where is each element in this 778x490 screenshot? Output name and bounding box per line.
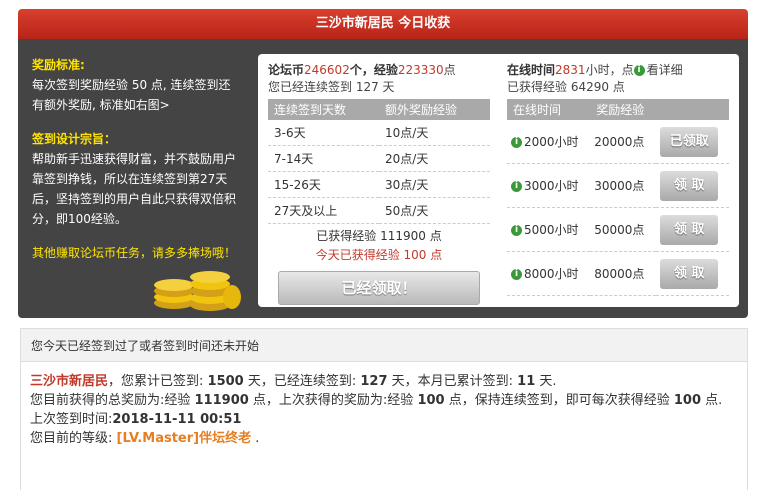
detail-text: 点. bbox=[701, 393, 723, 408]
table-row: i 2000小时 20000点 已领取 bbox=[507, 120, 729, 164]
info-icon: i bbox=[511, 181, 522, 192]
claim-button[interactable]: 领 取 bbox=[660, 214, 719, 245]
notice-text: 您今天已经签到过了或者签到时间还未开始 bbox=[31, 339, 260, 353]
detail-text: 您目前获得的总奖励为:经验 bbox=[30, 393, 195, 408]
design-title: 签到设计宗旨： bbox=[32, 132, 117, 146]
coins-label: 论坛币 bbox=[268, 63, 305, 77]
online-stat: 在线时间2831小时，点 i 看详细 bbox=[507, 62, 729, 79]
gold-coins-icon bbox=[154, 271, 241, 311]
detail-text: 天，本月已累计签到: bbox=[387, 374, 518, 389]
continuous-days: 您已经连续签到 127 天 bbox=[268, 80, 395, 94]
detail-text: 点，上次获得的奖励为:经验 bbox=[248, 393, 418, 408]
table-row: 27天及以上 50点/天 bbox=[268, 197, 490, 224]
signin-detail: 三沙市新居民，您累计已签到: 1500 天，已经连续签到: 127 天，本月已累… bbox=[30, 372, 740, 448]
signin-panel: 奖励标准: 每次签到奖励经验 50 点, 连续签到还有额外奖励, 标准如右图> … bbox=[18, 39, 748, 318]
table-row: i 3000小时 30000点 领 取 bbox=[507, 163, 729, 208]
online-label: 在线时间 bbox=[507, 63, 556, 77]
last-signin-time: 2018-11-11 00:51 bbox=[112, 412, 242, 427]
detail-text: . bbox=[251, 431, 260, 446]
detail-line-3: 上次签到时间:2018-11-11 00:51 bbox=[30, 410, 740, 429]
table-row: i 8000小时 80000点 领 取 bbox=[507, 251, 729, 296]
online-value: 2831 bbox=[555, 63, 586, 77]
exp-cell: 30000点 bbox=[590, 163, 657, 208]
info-icon: i bbox=[633, 65, 645, 76]
exp-unit: 点 bbox=[443, 63, 456, 77]
claimed-button[interactable]: 已经领取！ bbox=[278, 271, 480, 305]
next-exp-value: 100 bbox=[673, 393, 701, 408]
detail-text: 上次签到时间: bbox=[30, 412, 113, 427]
info-icon: i bbox=[511, 137, 522, 148]
total-days: 1500 bbox=[207, 374, 244, 389]
bonus-cell: 50点/天 bbox=[379, 197, 490, 224]
notice-bar: 您今天已经签到过了或者签到时间还未开始 bbox=[20, 328, 748, 362]
table-row: i 5000小时 50000点 领 取 bbox=[507, 207, 729, 252]
hours-cell: 8000小时 bbox=[524, 267, 579, 281]
coins-value: 246602 bbox=[304, 63, 350, 77]
exp-value: 223330 bbox=[397, 63, 444, 77]
today-exp: 今天已获得经验 100 点 bbox=[315, 248, 443, 262]
bonus-cell: 20点/天 bbox=[379, 145, 490, 172]
claim-button[interactable]: 已领取 bbox=[660, 126, 719, 157]
detail-line-1: 三沙市新居民，您累计已签到: 1500 天，已经连续签到: 127 天，本月已累… bbox=[30, 372, 740, 391]
online-table: 在线时间 奖励经验 i 2000小时 20000点 已领取 i 3000小时 300… bbox=[507, 99, 729, 296]
continuous-column: 论坛币246602个，经验223330点 您已经连续签到 127 天 连续签到天… bbox=[268, 62, 490, 305]
exp-cell: 80000点 bbox=[590, 251, 657, 296]
reward-text: 每次签到奖励经验 50 点, 连续签到还有额外奖励, 标准如右图> bbox=[32, 78, 231, 112]
online-column: 在线时间2831小时，点 i 看详细 已获得经验 64290 点 在线时间 奖励经验… bbox=[507, 62, 729, 296]
page-header: 三沙市新居民 今日收获 bbox=[18, 9, 748, 39]
info-icon: i bbox=[511, 225, 522, 236]
continuous-days-value: 127 bbox=[360, 374, 388, 389]
detail-line-4: 您目前的等级: [LV.Master]伴坛终老 . bbox=[30, 429, 740, 448]
design-text: 帮助新手迅速获得财富，并不鼓励用户靠签到挣钱，所以在连续签到第27天后，坚持签到… bbox=[32, 152, 237, 226]
online-table-header: 在线时间 bbox=[507, 99, 591, 120]
detail-text: 您目前的等级: bbox=[30, 431, 117, 446]
online-table-header: 奖励经验 bbox=[590, 99, 657, 120]
other-tasks-text: 其他赚取论坛币任务，请多多捧场哦！ bbox=[32, 246, 237, 260]
claim-button[interactable]: 领 取 bbox=[660, 258, 719, 289]
exp-cell: 20000点 bbox=[590, 120, 657, 164]
online-unit: 小时，点 bbox=[585, 63, 634, 77]
days-cell: 15-26天 bbox=[268, 171, 379, 198]
info-icon: i bbox=[511, 269, 522, 280]
days-cell: 27天及以上 bbox=[268, 197, 379, 224]
bonus-cell: 30点/天 bbox=[379, 171, 490, 198]
view-detail-link[interactable]: 看详细 bbox=[647, 63, 683, 77]
detail-text: 点，保持连续签到，即可每次获得经验 bbox=[444, 393, 674, 408]
table-row: 15-26天 30点/天 bbox=[268, 171, 490, 198]
coins-stat: 论坛币246602个，经验223330点 bbox=[268, 62, 490, 79]
reward-table-header: 连续签到天数 bbox=[268, 99, 379, 120]
detail-text: 天，已经连续签到: bbox=[243, 374, 361, 389]
detail-line-2: 您目前获得的总奖励为:经验 111900 点，上次获得的奖励为:经验 100 点… bbox=[30, 391, 740, 410]
days-cell: 3-6天 bbox=[268, 120, 379, 146]
last-exp-value: 100 bbox=[417, 393, 445, 408]
table-row: 3-6天 10点/天 bbox=[268, 120, 490, 146]
table-row: 7-14天 20点/天 bbox=[268, 145, 490, 172]
days-cell: 7-14天 bbox=[268, 145, 379, 172]
online-earned: 已获得经验 64290 点 bbox=[507, 80, 625, 94]
claim-button[interactable]: 领 取 bbox=[660, 170, 719, 201]
left-info: 奖励标准: 每次签到奖励经验 50 点, 连续签到还有额外奖励, 标准如右图> … bbox=[32, 55, 242, 263]
detail-text: ，您累计已签到: bbox=[108, 374, 208, 389]
month-days: 11 bbox=[517, 374, 536, 389]
reward-title: 奖励标准: bbox=[32, 58, 85, 72]
detail-text: 天. bbox=[535, 374, 557, 389]
exp-cell: 50000点 bbox=[590, 207, 657, 252]
coins-unit: 个，经验 bbox=[349, 63, 398, 77]
hours-cell: 2000小时 bbox=[524, 135, 579, 149]
total-exp: 已获得经验 111900 点 bbox=[316, 229, 442, 243]
reward-table: 连续签到天数 额外奖励经验 3-6天 10点/天 7-14天 20点/天 15-… bbox=[268, 99, 490, 224]
header-title: 三沙市新居民 今日收获 bbox=[315, 16, 451, 31]
bonus-cell: 10点/天 bbox=[379, 120, 490, 146]
hours-cell: 5000小时 bbox=[524, 223, 579, 237]
username-link[interactable]: 三沙市新居民 bbox=[30, 374, 108, 389]
hours-cell: 3000小时 bbox=[524, 179, 579, 193]
total-exp-value: 111900 bbox=[194, 393, 249, 408]
user-level: [LV.Master]伴坛终老 bbox=[116, 431, 252, 446]
reward-table-header: 额外奖励经验 bbox=[379, 99, 490, 120]
reward-card: 论坛币246602个，经验223330点 您已经连续签到 127 天 连续签到天… bbox=[258, 54, 739, 307]
